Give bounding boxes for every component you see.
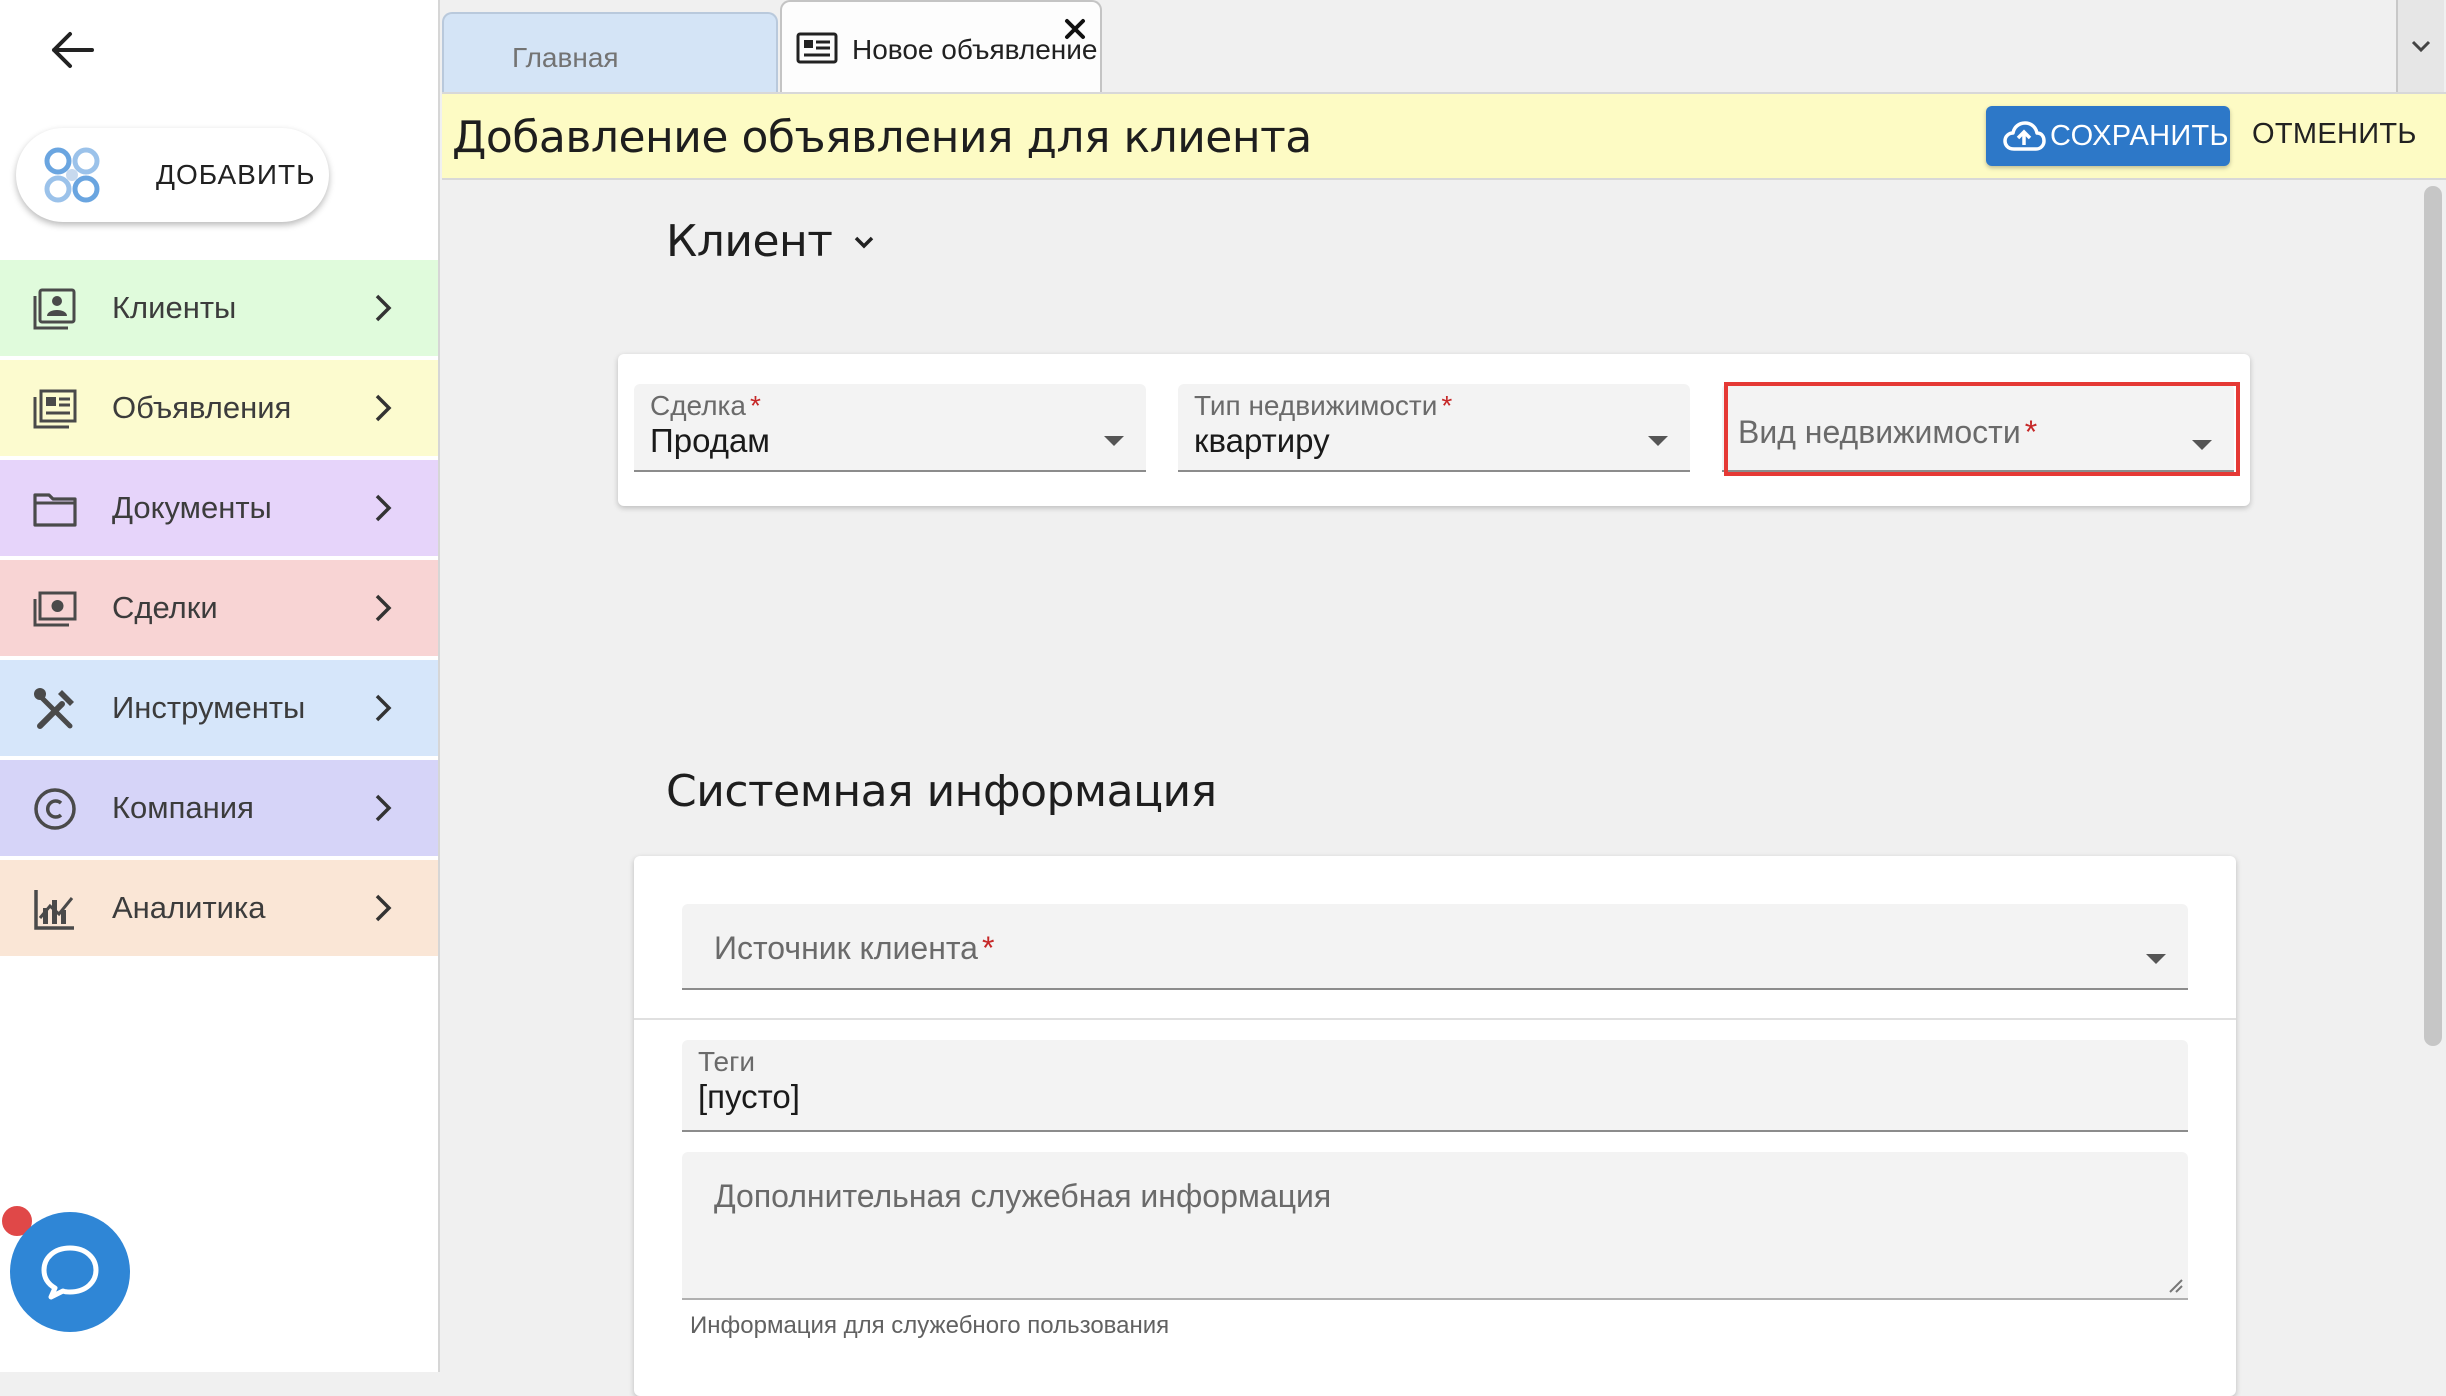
field-value: [пусто] [698,1078,800,1115]
sidebar-item-deals[interactable]: Сделки [0,560,438,656]
chevron-right-icon [375,794,392,822]
client-section-toggle[interactable]: Клиент [666,216,878,267]
close-icon[interactable] [1060,14,1090,44]
required-mark: * [981,930,995,966]
property-type-select[interactable]: Тип недвижимости * квартиру [1178,384,1690,472]
analytics-icon [34,890,74,930]
main-content: Клиент Сделка * Продам Тип недвижимости * … [442,180,2422,1396]
sidebar-item-label: Компания [112,790,254,825]
sidebar: ДОБАВИТЬ Клиенты Объявления Документы Сд… [0,0,440,1372]
tab-new-listing[interactable]: Новое объявление [780,0,1102,94]
cloud-upload-icon [2003,121,2046,151]
textarea-placeholder: Дополнительная служебная информация [714,1178,1332,1214]
tags-field[interactable]: Теги [пусто] [682,1040,2188,1132]
tab-bar: Главная Новое объявление [442,0,2446,94]
save-button-label: СОХРАНИТЬ [2050,119,2229,152]
required-mark: * [2024,414,2038,450]
system-card: Источник клиента * Теги [пусто] Дополните… [634,856,2236,1396]
sidebar-item-analytics[interactable]: Аналитика [0,860,438,956]
client-source-select[interactable]: Источник клиента * [682,904,2188,990]
add-logo-icon [44,147,100,203]
helper-text: Информация для служебного пользования [690,1312,1170,1339]
label-text: Сделка [650,390,746,421]
required-mark: * [1441,390,1453,421]
back-button[interactable] [44,22,100,78]
tab-home[interactable]: Главная [442,12,778,94]
sidebar-item-label: Аналитика [112,890,266,925]
section-title: Клиент [666,216,833,267]
sidebar-item-label: Инструменты [112,690,306,725]
sidebar-nav: Клиенты Объявления Документы Сделки Инст… [0,260,438,960]
sidebar-item-label: Документы [112,490,272,525]
field-label: Вид недвижимости * [1738,414,2037,451]
copyright-icon [34,788,76,830]
sidebar-item-label: Клиенты [112,290,237,325]
caret-down-icon [2146,954,2166,964]
listings-icon [33,389,77,429]
label-text: Вид недвижимости [1738,414,2021,450]
tabs-overflow-menu[interactable] [2396,0,2444,92]
deal-select[interactable]: Сделка * Продам [634,384,1146,472]
section-title: Системная информация [666,766,1217,817]
extra-info-textarea[interactable]: Дополнительная служебная информация [682,1152,2188,1300]
resize-grip-icon[interactable] [2166,1276,2184,1294]
sidebar-item-tools[interactable]: Инструменты [0,660,438,756]
arrow-left-icon [52,32,94,68]
field-label: Сделка * [650,390,761,422]
field-value: квартиру [1194,422,1330,459]
tools-icon [34,688,74,729]
sidebar-item-listings[interactable]: Объявления [0,360,438,456]
label-text: Тип недвижимости [1194,390,1438,421]
cancel-button[interactable]: ОТМЕНИТЬ [2252,118,2417,151]
client-card: Сделка * Продам Тип недвижимости * квартир… [618,354,2250,506]
chevron-right-icon [375,494,392,522]
caret-down-icon [1104,436,1124,446]
client-card-icon [33,288,76,330]
sidebar-item-documents[interactable]: Документы [0,460,438,556]
scrollbar-thumb[interactable] [2424,186,2442,1046]
sidebar-item-company[interactable]: Компания [0,760,438,856]
chevron-down-icon [855,236,874,248]
chevron-right-icon [375,394,392,422]
chevron-down-icon [2411,40,2431,53]
chat-icon [41,1245,99,1300]
divider [634,1018,2236,1020]
page-title: Добавление объявления для клиента [452,112,1312,163]
field-label: Тип недвижимости * [1194,390,1452,422]
sidebar-item-label: Объявления [112,390,292,425]
property-kind-select[interactable]: Вид недвижимости * [1722,384,2234,472]
caret-down-icon [2192,440,2212,450]
chevron-right-icon [375,694,392,722]
folder-icon [33,493,77,527]
chevron-right-icon [375,594,392,622]
label-text: Источник клиента [714,930,978,966]
add-button[interactable]: ДОБАВИТЬ [16,128,329,222]
required-mark: * [749,390,761,421]
sidebar-item-label: Сделки [112,590,218,625]
chevron-right-icon [375,294,392,322]
chevron-right-icon [375,894,392,922]
tab-label: Главная [512,42,619,73]
chat-button[interactable] [10,1212,130,1332]
add-button-label: ДОБАВИТЬ [156,159,316,190]
sidebar-item-clients[interactable]: Клиенты [0,260,438,356]
field-label: Источник клиента * [714,930,994,967]
field-value: Продам [650,422,770,459]
save-button[interactable]: СОХРАНИТЬ [1986,106,2230,166]
listing-card-icon [796,32,838,64]
field-label: Теги [698,1046,755,1077]
page-header: Добавление объявления для клиента СОХРАН… [442,92,2446,180]
caret-down-icon [1648,436,1668,446]
money-icon [33,591,77,627]
